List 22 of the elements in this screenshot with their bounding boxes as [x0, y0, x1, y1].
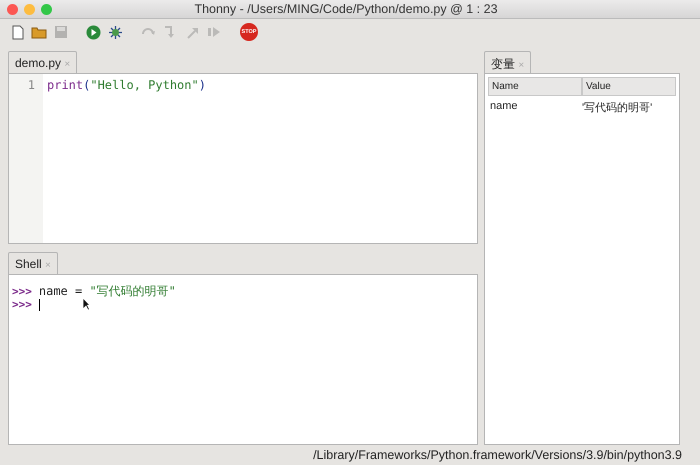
shell-prompt: >>>	[12, 284, 32, 299]
variables-tab[interactable]: 变量 ×	[484, 51, 532, 73]
run-icon[interactable]	[86, 24, 101, 40]
editor-tab[interactable]: demo.py ×	[8, 51, 78, 73]
mouse-pointer-icon	[82, 297, 91, 311]
column-header[interactable]: Name	[488, 77, 582, 96]
minimize-window-button[interactable]	[24, 4, 35, 14]
status-text: /Library/Frameworks/Python.framework/Versions/3.9/bin/python3.9	[313, 448, 682, 462]
window-title: Thonny - /Users/MING/Code/Python/demo.py @ 1 : 23	[193, 2, 499, 16]
line-number: 1	[28, 78, 35, 93]
code-line: print("Hello, Python")	[47, 78, 206, 93]
folder-icon[interactable]	[31, 25, 47, 39]
column-header[interactable]: Value	[582, 77, 676, 96]
shell-tab[interactable]: Shell ×	[8, 252, 58, 274]
shell-prompt: >>>	[12, 297, 32, 312]
table-cell-text: '写代码的明哥'	[582, 101, 654, 115]
shell-command-text: name = "写代码的明哥"	[38, 284, 176, 299]
bug-icon[interactable]	[108, 24, 123, 40]
table-cell-text: name	[490, 100, 519, 114]
close-window-button[interactable]	[7, 4, 18, 14]
zoom-window-button[interactable]	[41, 4, 52, 14]
new-file-icon[interactable]	[12, 24, 24, 40]
